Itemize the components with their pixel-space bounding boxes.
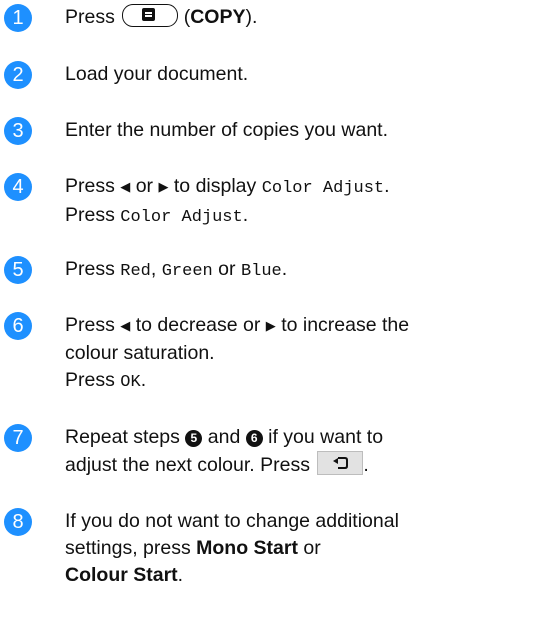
- line2-text: settings, press: [65, 537, 191, 559]
- end-dot: .: [177, 564, 184, 586]
- back-key-icon: [317, 451, 364, 475]
- step-line: Press OK.: [65, 367, 533, 396]
- step-line: If you do not want to change additional: [65, 510, 399, 532]
- end-dot: .: [384, 175, 390, 197]
- press-word: Press: [65, 369, 115, 391]
- copy-label: COPY: [190, 6, 246, 28]
- right-arrow-icon: ▶: [265, 318, 276, 333]
- and-word: and: [207, 426, 241, 448]
- step-line: settings, press Mono Start or: [65, 535, 533, 562]
- to-display-text: to display: [173, 175, 257, 197]
- step-text: Press ◀ to decrease or ▶ to increase the…: [65, 312, 533, 396]
- mono-start-label: Mono Start: [196, 537, 298, 559]
- step-number-badge: 5: [4, 256, 32, 284]
- step-line: Press Color Adjust.: [65, 202, 533, 231]
- step-text: If you do not want to change additional …: [65, 508, 533, 589]
- green-option: Green: [161, 262, 213, 281]
- copy-paren-close: ).: [245, 6, 258, 28]
- comma: ,: [150, 258, 157, 280]
- or-word: or: [218, 258, 236, 280]
- end-dot: .: [281, 258, 288, 280]
- step-text: Load your document.: [65, 63, 249, 85]
- press-word: Press: [65, 314, 115, 336]
- copy-key-icon: [122, 4, 179, 27]
- step-line: Press ◀ or ▶ to display Color Adjust.: [65, 173, 533, 202]
- right-arrow-icon: ▶: [158, 179, 169, 194]
- end-dot: .: [242, 204, 249, 226]
- step-text: Press ◀ or ▶ to display Color Adjust. Pr…: [65, 173, 533, 231]
- red-option: Red: [120, 262, 151, 281]
- step-number-badge: 1: [4, 4, 32, 32]
- line2-text: adjust the next colour. Press: [65, 454, 310, 476]
- line1-end: if you want to: [268, 426, 384, 448]
- step-number-badge: 3: [4, 117, 32, 145]
- step-5-ref-icon: 5: [185, 430, 203, 447]
- step-text: Press (COPY).: [65, 4, 533, 31]
- step-number-badge: 8: [4, 508, 32, 536]
- blue-option: Blue: [240, 262, 282, 281]
- left-arrow-icon: ◀: [120, 318, 131, 333]
- ok-label: OK: [120, 373, 141, 392]
- step-number-badge: 4: [4, 173, 32, 201]
- step-text: Press Red, Green or Blue.: [65, 256, 533, 285]
- step-line: adjust the next colour. Press .: [65, 451, 533, 479]
- step-line: colour saturation.: [65, 342, 215, 364]
- end-dot: .: [363, 454, 369, 476]
- press-word: Press: [65, 204, 115, 226]
- step-line: Press ◀ to decrease or ▶ to increase the: [65, 312, 533, 340]
- press-word: Press: [65, 175, 115, 197]
- menu-item-label: Color Adjust: [261, 179, 385, 198]
- repeat-text: Repeat steps: [65, 426, 180, 448]
- end-dot: .: [140, 369, 147, 391]
- step-line: Repeat steps 5 and 6 if you want to: [65, 424, 533, 451]
- or-word: or: [135, 175, 154, 197]
- instruction-page: 1 Press (COPY). 2 Load your document. 3 …: [0, 0, 536, 642]
- colour-start-label: Colour Start: [65, 564, 178, 586]
- to-increase-text: to increase the: [281, 314, 410, 336]
- step-number-badge: 7: [4, 424, 32, 452]
- step-number-badge: 2: [4, 61, 32, 89]
- step-text: Enter the number of copies you want.: [65, 119, 389, 141]
- press-word: Press: [65, 6, 115, 28]
- step-6-ref-icon: 6: [245, 430, 263, 447]
- left-arrow-icon: ◀: [120, 179, 131, 194]
- step-text: Repeat steps 5 and 6 if you want to adju…: [65, 424, 533, 479]
- or-word: or: [303, 537, 321, 559]
- to-decrease-text: to decrease or: [135, 314, 261, 336]
- press-word: Press: [65, 258, 115, 280]
- step-number-badge: 6: [4, 312, 32, 340]
- step-line: Colour Start.: [65, 562, 533, 589]
- menu-item-label: Color Adjust: [120, 208, 243, 227]
